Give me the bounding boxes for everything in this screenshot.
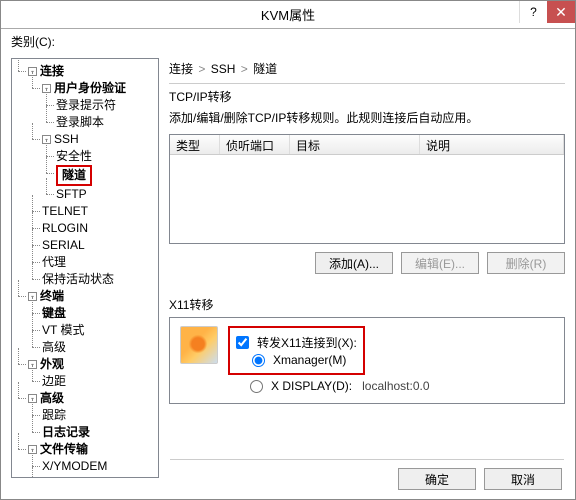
tree-proxy[interactable]: 代理 [42,255,66,269]
tree-terminal[interactable]: 终端 [40,289,64,303]
tree-appearance[interactable]: 外观 [40,357,64,371]
tree-log[interactable]: 日志记录 [42,425,90,439]
tree-login-prompt[interactable]: 登录提示符 [56,98,116,112]
footer-separator [170,459,564,460]
tree-security[interactable]: 安全性 [56,149,92,163]
forward-x11-checkbox[interactable] [236,336,249,349]
category-label: 类别(C): [11,33,575,50]
col-type[interactable]: 类型 [170,135,220,154]
close-button[interactable]: ✕ [547,1,575,23]
xmanager-radio[interactable] [252,354,265,367]
col-desc[interactable]: 说明 [420,135,564,154]
window-title: KVM属性 [1,5,575,24]
tree-filetransfer[interactable]: 文件传输 [40,442,88,456]
title-bar: KVM属性 ? ✕ [1,1,575,29]
col-listen-port[interactable]: 侦听端口 [220,135,290,154]
xdisplay-label: X DISPLAY(D): [271,379,352,393]
col-target[interactable]: 目标 [290,135,420,154]
ok-button[interactable]: 确定 [398,468,476,490]
tree-telnet[interactable]: TELNET [42,204,88,218]
tcpip-table[interactable]: 类型 侦听端口 目标 说明 [169,134,565,244]
tree-xymodem[interactable]: X/YMODEM [42,459,107,473]
tree-vtmode[interactable]: VT 模式 [42,323,84,337]
xdisplay-host: localhost:0.0 [362,379,429,393]
x11-title: X11转移 [169,296,565,313]
breadcrumb: 连接 > SSH > 隧道 [169,60,565,77]
tree-login-script[interactable]: 登录脚本 [56,115,104,129]
help-button[interactable]: ? [519,1,547,23]
tree-serial[interactable]: SERIAL [42,238,85,252]
tree-zmodem[interactable]: ZMODEM [42,476,95,478]
tree-rlogin[interactable]: RLOGIN [42,221,88,235]
tree-keepalive[interactable]: 保持活动状态 [42,272,114,286]
tree-advanced2[interactable]: 高级 [40,391,64,405]
tcpip-desc: 添加/编辑/删除TCP/IP转移规则。此规则连接后自动应用。 [169,109,565,126]
xdisplay-radio[interactable] [250,380,263,393]
xmanager-icon [180,326,218,364]
tree-advanced[interactable]: 高级 [42,340,66,354]
x11-highlight: 转发X11连接到(X): Xmanager(M) [228,326,365,375]
edit-button: 编辑(E)... [401,252,479,274]
x11-group: 转发X11连接到(X): Xmanager(M) X DISPLAY(D): l… [169,317,565,404]
tcpip-title: TCP/IP转移 [169,88,565,105]
tree-trace[interactable]: 跟踪 [42,408,66,422]
tree-ssh[interactable]: SSH [54,132,79,146]
forward-x11-label: 转发X11连接到(X): [257,334,357,351]
tree-auth[interactable]: 用户身份验证 [54,81,126,95]
tree-keyboard[interactable]: 键盘 [42,306,66,320]
category-tree[interactable]: -连接 -用户身份验证 登录提示符 登录脚本 -SSH 安全性 隧道 SFTP [11,58,159,478]
delete-button: 删除(R) [487,252,565,274]
tree-margin[interactable]: 边距 [42,374,66,388]
xmanager-label: Xmanager(M) [273,353,346,367]
tree-sftp[interactable]: SFTP [56,187,87,201]
tree-connection[interactable]: 连接 [40,64,64,78]
tree-tunnel-selected[interactable]: 隧道 [56,165,92,186]
cancel-button[interactable]: 取消 [484,468,562,490]
add-button[interactable]: 添加(A)... [315,252,393,274]
